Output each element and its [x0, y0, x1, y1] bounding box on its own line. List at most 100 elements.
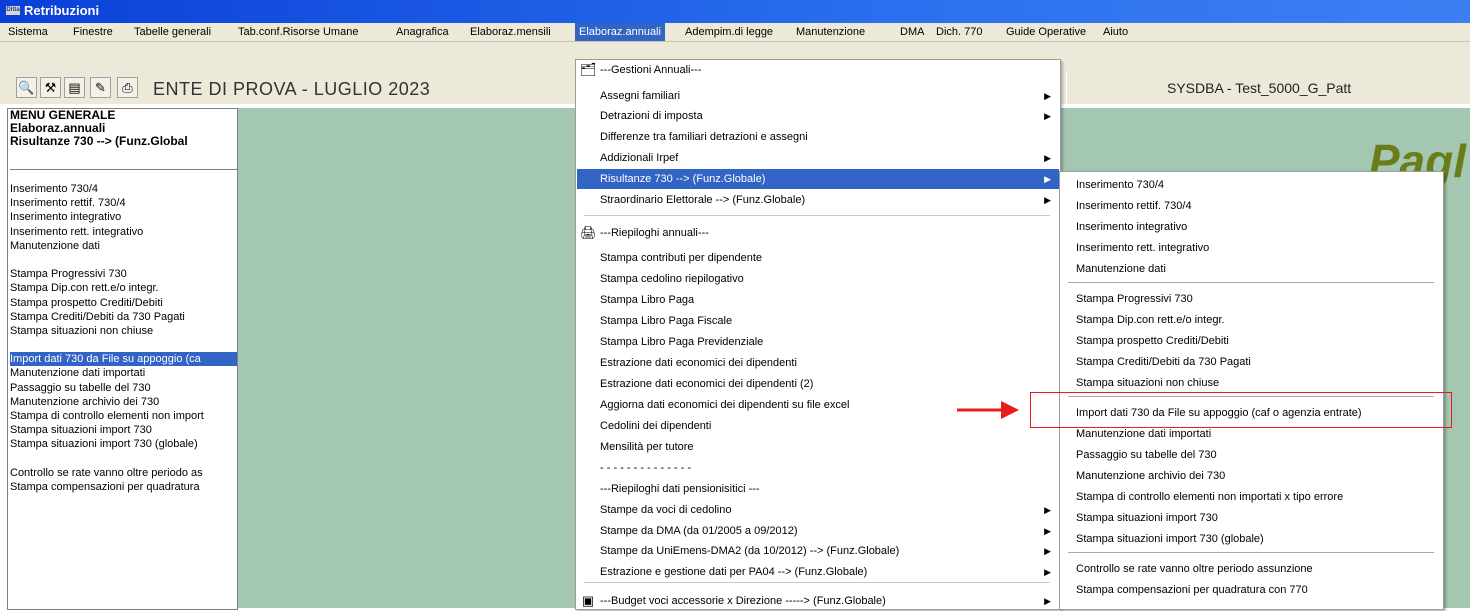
- dropdown-item-label: ---Budget voci accessorie x Direzione --…: [600, 595, 886, 607]
- submenu-item-label: Inserimento integrativo: [1076, 221, 1188, 233]
- dropdown-item[interactable]: Straordinario Elettorale --> (Funz.Globa…: [577, 190, 1059, 210]
- left-panel-item[interactable]: Passaggio su tabelle del 730: [10, 381, 237, 395]
- submenu-arrow-icon: ▶: [1044, 567, 1051, 577]
- submenu-item-label: Stampa compensazioni per quadratura con …: [1076, 584, 1308, 596]
- form-icon[interactable]: ▤: [64, 77, 85, 98]
- menu-elaboraz-mensili[interactable]: Elaboraz.mensili: [466, 23, 555, 41]
- left-panel-header: MENU GENERALE Elaboraz.annuali Risultanz…: [10, 109, 237, 170]
- submenu-item-label: Stampa prospetto Crediti/Debiti: [1076, 335, 1229, 347]
- menu-guide-operative[interactable]: Guide Operative: [1002, 23, 1090, 41]
- app-icon: Ditta: [6, 6, 20, 15]
- menu-dma[interactable]: DMA: [896, 23, 928, 41]
- left-panel-item[interactable]: Inserimento rett. integrativo: [10, 225, 237, 239]
- menu-separator: [1068, 282, 1434, 283]
- submenu-item-label: Stampa Dip.con rett.e/o integr.: [1076, 314, 1225, 326]
- dropdown-item[interactable]: Stampa Libro Paga: [577, 290, 1059, 310]
- menu-separator: [584, 215, 1050, 216]
- submenu-item[interactable]: Manutenzione dati: [1061, 259, 1442, 280]
- dropdown-item-label: Risultanze 730 --> (Funz.Globale): [600, 173, 766, 185]
- left-panel-item[interactable]: Stampa prospetto Crediti/Debiti: [10, 296, 237, 310]
- dropdown-item[interactable]: Stampa Libro Paga Fiscale: [577, 311, 1059, 331]
- menu-tabelle-generali[interactable]: Tabelle generali: [130, 23, 215, 41]
- dropdown-item[interactable]: Differenze tra familiari detrazioni e as…: [577, 127, 1059, 147]
- dropdown-item[interactable]: Assegni familiari ▶: [577, 86, 1059, 106]
- submenu-item[interactable]: Stampa Dip.con rett.e/o integr.: [1061, 310, 1442, 331]
- dropdown-item-label: Mensilità per tutore: [600, 441, 694, 453]
- left-panel-item[interactable]: Controllo se rate vanno oltre periodo as: [10, 466, 237, 480]
- menu-anagrafica[interactable]: Anagrafica: [392, 23, 453, 41]
- dropdown-item[interactable]: ▣ ---Budget voci accessorie x Direzione -…: [577, 591, 1059, 611]
- submenu-arrow-icon: ▶: [1044, 546, 1051, 556]
- dropdown-item[interactable]: Estrazione e gestione dati per PA04 --> …: [577, 562, 1059, 582]
- dropdown-item[interactable]: ---Riepiloghi dati pensionisitici ---: [577, 479, 1059, 499]
- dropdown-item[interactable]: Estrazione dati economici dei dipendenti…: [577, 374, 1059, 394]
- submenu-item[interactable]: Controllo se rate vanno oltre periodo as…: [1061, 559, 1442, 580]
- left-panel-item[interactable]: Stampa situazioni non chiuse: [10, 324, 237, 338]
- menu-separator: [1068, 552, 1434, 553]
- submenu-item[interactable]: Stampa Crediti/Debiti da 730 Pagati: [1061, 352, 1442, 373]
- dropdown-item[interactable]: Detrazioni di imposta ▶: [577, 106, 1059, 126]
- submenu-item[interactable]: Stampa di controllo elementi non importa…: [1061, 487, 1442, 508]
- dropdown-item[interactable]: Stampa Libro Paga Previdenziale: [577, 332, 1059, 352]
- left-panel-item[interactable]: Stampa situazioni import 730: [10, 423, 237, 437]
- left-panel-item[interactable]: Stampa compensazioni per quadratura: [10, 480, 237, 494]
- left-panel-item[interactable]: Inserimento rettif. 730/4: [10, 196, 237, 210]
- submenu-item[interactable]: Stampa Progressivi 730: [1061, 289, 1442, 310]
- dropdown-item[interactable]: Addizionali Irpef ▶: [577, 148, 1059, 168]
- menu-aiuto[interactable]: Aiuto: [1099, 23, 1132, 41]
- submenu-item[interactable]: Stampa situazioni import 730: [1061, 508, 1442, 529]
- search-icon[interactable]: 🔍: [16, 77, 37, 98]
- dropdown-item[interactable]: Stampe da UniEmens-DMA2 (da 10/2012) -->…: [577, 541, 1059, 561]
- submenu-item[interactable]: Stampa situazioni non chiuse: [1061, 373, 1442, 394]
- dropdown-item[interactable]: Stampa cedolino riepilogativo: [577, 269, 1059, 289]
- menu-finestre[interactable]: Finestre: [69, 23, 117, 41]
- left-panel-item[interactable]: Stampa di controllo elementi non import: [10, 409, 237, 423]
- dropdown-item[interactable]: Estrazione dati economici dei dipendenti: [577, 353, 1059, 373]
- edit-icon[interactable]: ✎: [90, 77, 111, 98]
- dropdown-item[interactable]: - - - - - - - - - - - - - -: [577, 458, 1059, 478]
- print-icon[interactable]: ⎙: [117, 77, 138, 98]
- dropdown-item-label: Assegni familiari: [600, 90, 681, 102]
- menu-elaboraz-annuali[interactable]: Elaboraz.annuali: [575, 23, 665, 41]
- left-panel-item[interactable]: Import dati 730 da File su appoggio (ca: [10, 352, 237, 367]
- left-panel-item[interactable]: Stampa Dip.con rett.e/o integr.: [10, 281, 237, 295]
- submenu-item[interactable]: Inserimento rettif. 730/4: [1061, 196, 1442, 217]
- left-panel-item[interactable]: Stampa situazioni import 730 (globale): [10, 437, 237, 451]
- dropdown-item[interactable]: 🗂 ---Gestioni Annuali---: [577, 60, 1059, 80]
- submenu-item[interactable]: Manutenzione archivio dei 730: [1061, 466, 1442, 487]
- left-panel-item[interactable]: Manutenzione archivio dei 730: [10, 395, 237, 409]
- menu-adempim-di-legge[interactable]: Adempim.di legge: [681, 23, 777, 41]
- dropdown-item[interactable]: 🖨 ---Riepiloghi annuali---: [577, 223, 1059, 243]
- menu-bar: Sistema Finestre Tabelle generali Tab.co…: [0, 23, 1470, 42]
- left-panel-item[interactable]: Manutenzione dati importati: [10, 366, 237, 380]
- dropdown-item[interactable]: Mensilità per tutore: [577, 437, 1059, 457]
- submenu-item[interactable]: Stampa compensazioni per quadratura con …: [1061, 580, 1442, 601]
- menu-sistema[interactable]: Sistema: [4, 23, 52, 41]
- tools-icon[interactable]: ⚒: [40, 77, 61, 98]
- left-panel-item[interactable]: Stampa Crediti/Debiti da 730 Pagati: [10, 310, 237, 324]
- menu-dich-770[interactable]: Dich. 770: [932, 23, 986, 41]
- menu-manutenzione[interactable]: Manutenzione: [792, 23, 869, 41]
- left-panel-item[interactable]: Inserimento 730/4: [10, 182, 237, 196]
- dropdown-item-label: Stampe da DMA (da 01/2005 a 09/2012): [600, 525, 798, 537]
- submenu-item[interactable]: Inserimento integrativo: [1061, 217, 1442, 238]
- dropdown-item[interactable]: Stampa contributi per dipendente: [577, 248, 1059, 268]
- submenu-item-label: Stampa Crediti/Debiti da 730 Pagati: [1076, 356, 1251, 368]
- left-panel-item[interactable]: Stampa Progressivi 730: [10, 267, 237, 281]
- dropdown-item-label: Cedolini dei dipendenti: [600, 420, 712, 432]
- submenu-item[interactable]: Stampa situazioni import 730 (globale): [1061, 529, 1442, 550]
- dropdown-item[interactable]: Stampe da voci di cedolino ▶: [577, 500, 1059, 520]
- submenu-item[interactable]: Stampa prospetto Crediti/Debiti: [1061, 331, 1442, 352]
- dropdown-item-label: Estrazione dati economici dei dipendenti…: [600, 378, 814, 390]
- submenu-item-label: Stampa situazioni non chiuse: [1076, 377, 1220, 389]
- submenu-item[interactable]: Passaggio su tabelle del 730: [1061, 445, 1442, 466]
- dropdown-item[interactable]: Risultanze 730 --> (Funz.Globale) ▶: [577, 169, 1059, 189]
- menu-tab-conf-risorse-umane[interactable]: Tab.conf.Risorse Umane: [234, 23, 362, 41]
- submenu-item[interactable]: Inserimento 730/4: [1061, 175, 1442, 196]
- submenu-item[interactable]: Inserimento rett. integrativo: [1061, 238, 1442, 259]
- dropdown-item[interactable]: Stampe da DMA (da 01/2005 a 09/2012) ▶: [577, 521, 1059, 541]
- left-panel-item[interactable]: Inserimento integrativo: [10, 210, 237, 224]
- dropdown-item-label: Detrazioni di imposta: [600, 110, 703, 122]
- left-panel-item[interactable]: Manutenzione dati: [10, 239, 237, 253]
